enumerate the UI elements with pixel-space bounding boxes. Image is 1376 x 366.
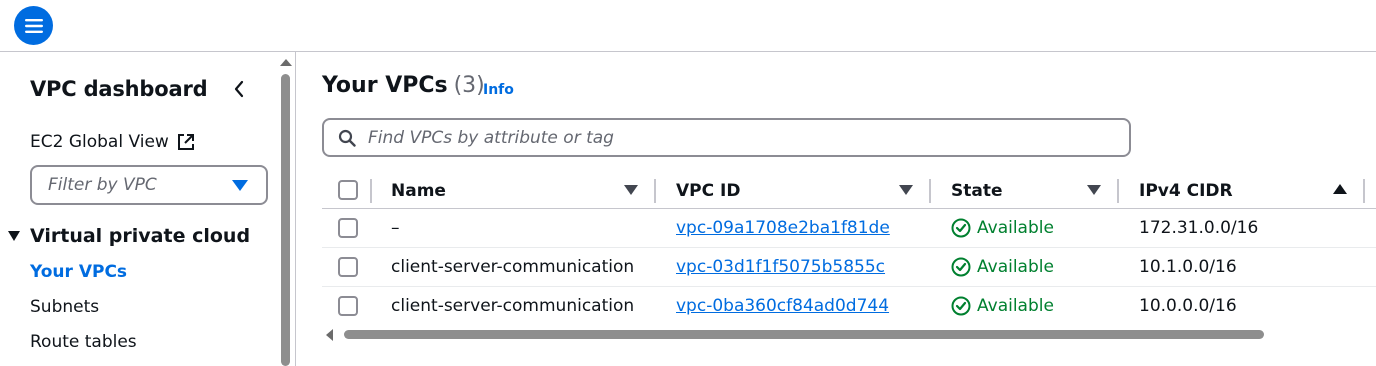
scroll-up-arrow-icon[interactable] [280,59,292,66]
sidebar-item-your-vpcs[interactable]: Your VPCs [30,262,127,282]
sidebar-item-subnets[interactable]: Subnets [30,297,99,317]
sidebar-link-ec2-global-view[interactable]: EC2 Global View [30,132,195,152]
cell-name: client-server-communication [391,296,635,316]
sort-up-icon[interactable] [1333,184,1347,194]
chevron-left-icon [234,80,244,98]
cell-ipv4-cidr: 10.1.0.0/16 [1139,257,1237,277]
filter-placeholder: Filter by VPC [48,175,157,195]
column-separator [370,179,372,203]
column-separator[interactable] [654,179,656,203]
page-title-text: Your VPCs [322,73,448,98]
cell-state: Available [951,257,1054,277]
caret-down-icon [8,231,20,241]
page-title: Your VPCs (3) [322,73,485,98]
hamburger-menu-button[interactable] [14,6,53,45]
state-label: Available [977,218,1054,238]
search-icon [338,129,356,147]
cell-ipv4-cidr: 10.0.0.0/16 [1139,296,1237,316]
state-label: Available [977,296,1054,316]
column-separator[interactable] [1117,179,1119,203]
column-header-vpc-id[interactable]: VPC ID [676,181,740,201]
filter-by-vpc-select[interactable]: Filter by VPC [30,165,268,205]
column-separator[interactable] [929,179,931,203]
cell-name: client-server-communication [391,257,635,277]
select-all-checkbox[interactable] [338,180,358,200]
sidebar-link-label: EC2 Global View [30,132,169,152]
table-horizontal-scrollbar[interactable] [322,328,1376,342]
column-header-ipv4-cidr[interactable]: IPv4 CIDR [1139,181,1233,201]
search-placeholder: Find VPCs by attribute or tag [368,127,614,148]
column-header-state[interactable]: State [951,181,1003,201]
vpc-table: Name VPC ID State IPv4 CIDR – vpc-09a170… [322,172,1376,326]
sort-down-icon[interactable] [1087,185,1101,195]
row-checkbox[interactable] [338,218,358,238]
column-header-name[interactable]: Name [391,181,446,201]
cell-ipv4-cidr: 172.31.0.0/16 [1139,218,1259,238]
cell-vpc-id-link[interactable]: vpc-09a1708e2ba1f81de [676,218,890,238]
sort-down-icon[interactable] [624,185,638,195]
caret-down-icon [232,180,248,191]
section-label: Virtual private cloud [30,225,251,247]
sidebar-title: VPC dashboard [30,77,208,101]
table-row[interactable]: – vpc-09a1708e2ba1f81de Available 172.31… [322,209,1376,248]
vpc-count: (3) [453,73,485,98]
cell-name: – [391,218,400,238]
external-link-icon [177,133,195,151]
scroll-left-arrow-icon[interactable] [326,329,333,341]
scrollbar-thumb[interactable] [344,330,1264,339]
scrollbar-thumb[interactable] [281,74,290,366]
cell-state: Available [951,296,1054,316]
table-header: Name VPC ID State IPv4 CIDR [322,172,1376,209]
search-input[interactable]: Find VPCs by attribute or tag [322,118,1131,157]
table-row[interactable]: client-server-communication vpc-03d1f1f5… [322,248,1376,287]
row-checkbox[interactable] [338,257,358,277]
check-circle-icon [951,296,971,316]
sidebar-collapse-button[interactable] [230,78,248,100]
sort-down-icon[interactable] [899,185,913,195]
row-checkbox[interactable] [338,296,358,316]
cell-vpc-id-link[interactable]: vpc-03d1f1f5075b5855c [676,257,885,277]
sidebar-scrollbar[interactable] [278,52,294,366]
main-content: Your VPCs (3) Info Find VPCs by attribut… [296,52,1376,366]
sidebar: VPC dashboard EC2 Global View Filter by … [0,52,278,366]
info-link[interactable]: Info [483,82,514,98]
cell-state: Available [951,218,1054,238]
check-circle-icon [951,218,971,238]
top-bar [0,0,1376,52]
sidebar-section-virtual-private-cloud[interactable]: Virtual private cloud [8,225,250,247]
hamburger-menu-icon [24,18,43,33]
sidebar-item-route-tables[interactable]: Route tables [30,332,137,352]
table-row[interactable]: client-server-communication vpc-0ba360cf… [322,287,1376,326]
cell-vpc-id-link[interactable]: vpc-0ba360cf84ad0d744 [676,296,889,316]
check-circle-icon [951,257,971,277]
state-label: Available [977,257,1054,277]
column-separator[interactable] [1363,179,1365,203]
